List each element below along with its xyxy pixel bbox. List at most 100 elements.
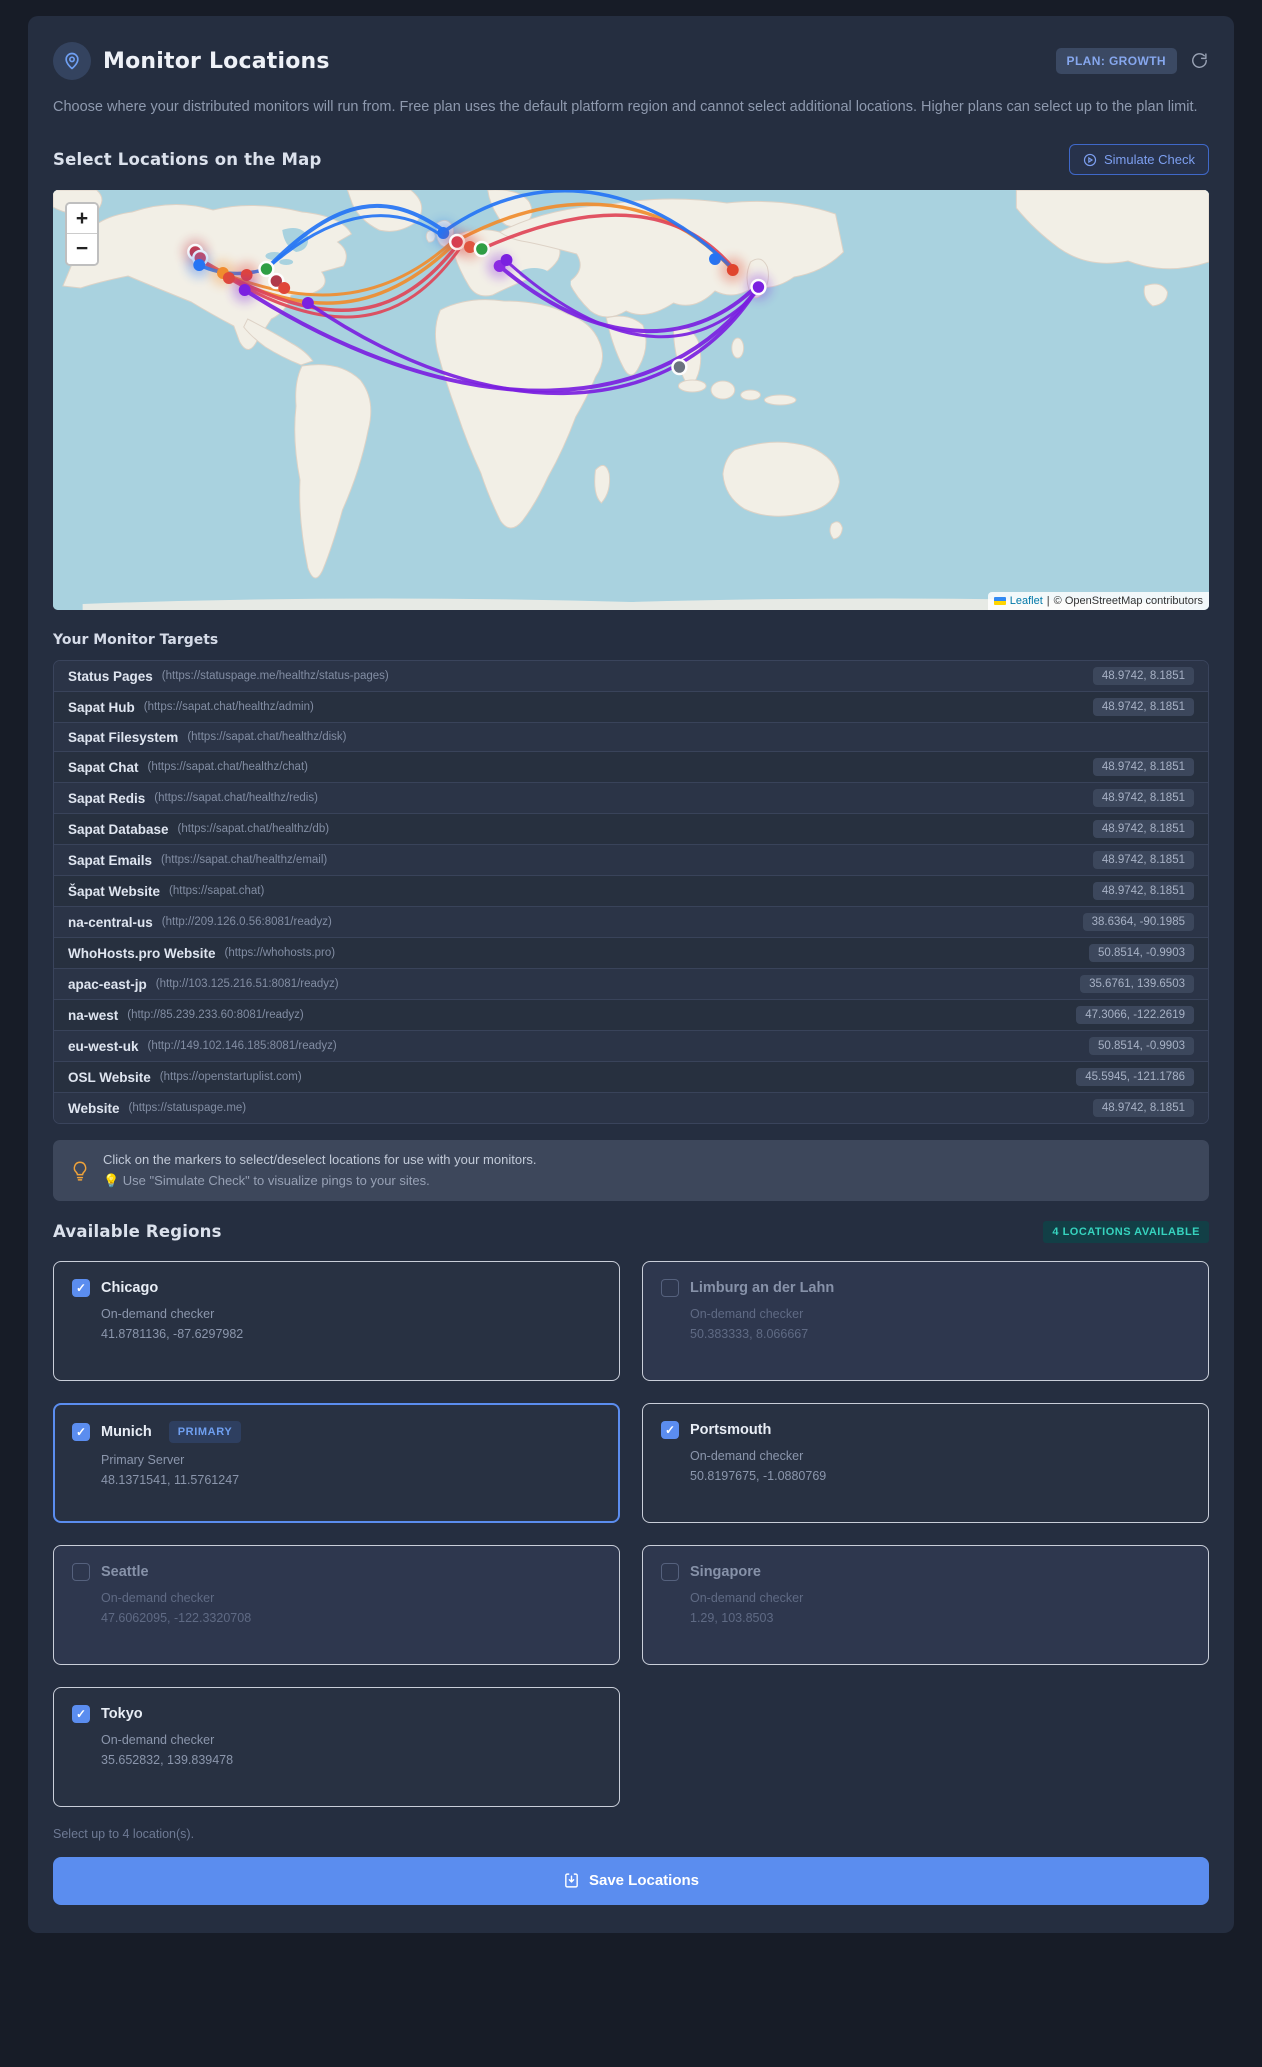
table-row: Sapat Emails (https://sapat.chat/healthz/… xyxy=(54,845,1208,877)
target-name: Šapat Website xyxy=(68,883,161,899)
table-row: Šapat Website (https://sapat.chat) 48.9742… xyxy=(54,876,1208,908)
map-marker[interactable] xyxy=(238,284,251,297)
target-name: Sapat Database xyxy=(68,821,169,837)
table-row: Sapat Hub (https://sapat.chat/healthz/adm… xyxy=(54,692,1208,724)
regions-heading: Available Regions xyxy=(53,1222,222,1242)
region-card-munich[interactable]: ✓ Munich PRIMARY Primary Server 48.1371541… xyxy=(53,1402,620,1523)
table-row: Sapat Chat (https://sapat.chat/healthz/ch… xyxy=(54,752,1208,784)
zoom-in-button[interactable]: + xyxy=(67,204,97,235)
plan-badge: PLAN: GROWTH xyxy=(1055,48,1177,74)
osm-attribution: © OpenStreetMap contributors xyxy=(1053,595,1203,608)
region-type: On-demand checker xyxy=(690,1306,804,1321)
region-name: Limburg an der Lahn xyxy=(690,1279,835,1296)
target-url: (http://103.125.216.51:8081/readyz) xyxy=(155,978,339,991)
leaflet-map[interactable]: + − Leaflet | © OpenStreetMap contributo… xyxy=(53,190,1209,611)
target-name: Sapat Filesystem xyxy=(68,729,179,745)
region-card-tokyo[interactable]: ✓ Tokyo On-demand checker 35.652832, 139.… xyxy=(53,1686,620,1807)
checkbox-unchecked[interactable] xyxy=(661,1278,679,1297)
target-coords-badge: 50.8514, -0.9903 xyxy=(1089,1037,1194,1056)
targets-heading: Your Monitor Targets xyxy=(53,632,219,649)
map-marker[interactable] xyxy=(671,359,688,376)
map-marker[interactable] xyxy=(278,282,291,295)
map-attribution: Leaflet | © OpenStreetMap contributors xyxy=(987,592,1209,611)
target-url: (https://sapat.chat/healthz/chat) xyxy=(147,761,308,774)
target-name: apac-east-jp xyxy=(68,976,147,992)
lightbulb-icon xyxy=(73,1161,87,1181)
checkbox-checked[interactable]: ✓ xyxy=(72,1704,90,1723)
save-locations-label: Save Locations xyxy=(588,1872,700,1890)
world-map xyxy=(53,190,1209,611)
zoom-out-button[interactable]: − xyxy=(67,234,97,265)
target-name: na-central-us xyxy=(68,914,153,930)
map-marker[interactable] xyxy=(500,254,513,267)
target-coords-badge: 48.9742, 8.1851 xyxy=(1092,758,1194,777)
map-marker[interactable] xyxy=(193,259,206,272)
tip-line-2: 💡 Use "Simulate Check" to visualize ping… xyxy=(103,1172,430,1188)
checkbox-checked[interactable]: ✓ xyxy=(661,1420,679,1439)
table-row: eu-west-uk (http://149.102.146.185:8081/r… xyxy=(54,1031,1208,1063)
simulate-check-label: Simulate Check xyxy=(1103,152,1195,168)
table-row: Sapat Filesystem (https://sapat.chat/heal… xyxy=(54,723,1208,753)
target-coords-badge: 48.9742, 8.1851 xyxy=(1092,851,1194,870)
checkbox-checked[interactable]: ✓ xyxy=(72,1422,90,1441)
checkbox-unchecked[interactable] xyxy=(72,1562,90,1581)
checkbox-checked[interactable]: ✓ xyxy=(72,1278,90,1297)
region-type: On-demand checker xyxy=(690,1590,804,1605)
region-coords: 50.383333, 8.066667 xyxy=(690,1326,809,1341)
monitor-targets-list: Status Pages (https://statuspage.me/healt… xyxy=(53,660,1209,1125)
target-url: (https://statuspage.me/healthz/status-pa… xyxy=(161,670,389,683)
region-name: Singapore xyxy=(690,1563,761,1580)
region-card-singapore[interactable]: Singapore On-demand checker 1.29, 103.85… xyxy=(642,1544,1209,1665)
target-url: (https://sapat.chat/healthz/admin) xyxy=(143,701,314,714)
target-coords-badge: 48.9742, 8.1851 xyxy=(1092,882,1194,901)
target-name: OSL Website xyxy=(68,1069,151,1085)
locations-available-badge: 4 LOCATIONS AVAILABLE xyxy=(1043,1220,1209,1243)
map-marker[interactable] xyxy=(750,279,767,296)
table-row: OSL Website (https://openstartuplist.com)… xyxy=(54,1062,1208,1094)
save-locations-button[interactable]: Save Locations xyxy=(53,1856,1209,1905)
region-type: On-demand checker xyxy=(101,1732,215,1747)
table-row: apac-east-jp (http://103.125.216.51:8081/… xyxy=(54,969,1208,1001)
target-coords-badge: 35.6761, 139.6503 xyxy=(1080,975,1194,994)
target-coords-badge: 48.9742, 8.1851 xyxy=(1092,698,1194,717)
map-marker[interactable] xyxy=(301,297,314,310)
refresh-icon[interactable] xyxy=(1191,52,1209,70)
target-url: (http://209.126.0.56:8081/readyz) xyxy=(161,916,332,929)
ukraine-flag-icon xyxy=(993,597,1006,606)
region-card-seattle[interactable]: Seattle On-demand checker 47.6062095, -1… xyxy=(53,1544,620,1665)
target-name: na-west xyxy=(68,1007,119,1023)
simulate-check-button[interactable]: Simulate Check xyxy=(1068,144,1209,176)
region-card-limburg[interactable]: Limburg an der Lahn On-demand checker 50… xyxy=(642,1260,1209,1381)
leaflet-link[interactable]: Leaflet xyxy=(1010,595,1043,607)
region-card-portsmouth[interactable]: ✓ Portsmouth On-demand checker 50.8197675… xyxy=(642,1402,1209,1523)
target-coords-badge: 45.5945, -121.1786 xyxy=(1076,1068,1194,1087)
region-name: Seattle xyxy=(101,1563,149,1580)
header: Monitor Locations PLAN: GROWTH xyxy=(53,42,1209,80)
region-name: Portsmouth xyxy=(690,1421,772,1438)
region-type: On-demand checker xyxy=(101,1306,215,1321)
region-coords: 41.8781136, -87.6297982 xyxy=(101,1326,244,1341)
table-row: Sapat Redis (https://sapat.chat/healthz/r… xyxy=(54,783,1208,815)
map-marker[interactable] xyxy=(473,241,490,258)
attribution-separator: | xyxy=(1046,595,1050,608)
map-marker[interactable] xyxy=(258,261,275,278)
target-coords-badge: 47.3066, -122.2619 xyxy=(1076,1006,1194,1025)
region-type: On-demand checker xyxy=(101,1590,215,1605)
target-name: Sapat Emails xyxy=(68,852,153,868)
region-type: Primary Server xyxy=(101,1452,185,1467)
target-url: (https://statuspage.me) xyxy=(128,1102,247,1115)
map-marker[interactable] xyxy=(222,272,235,285)
map-marker[interactable] xyxy=(709,253,721,266)
region-coords: 47.6062095, -122.3320708 xyxy=(101,1610,252,1625)
map-marker[interactable] xyxy=(726,264,739,277)
region-coords: 48.1371541, 11.5761247 xyxy=(101,1472,240,1487)
target-url: (https://openstartuplist.com) xyxy=(159,1071,302,1084)
table-row: Website (https://statuspage.me) 48.9742, 8… xyxy=(54,1093,1208,1124)
target-url: (https://sapat.chat/healthz/disk) xyxy=(187,731,347,744)
target-coords-badge: 48.9742, 8.1851 xyxy=(1092,1099,1194,1118)
target-url: (https://sapat.chat/healthz/db) xyxy=(177,823,330,836)
target-url: (https://sapat.chat/healthz/redis) xyxy=(154,792,318,805)
checkbox-unchecked[interactable] xyxy=(661,1562,679,1581)
target-url: (http://149.102.146.185:8081/readyz) xyxy=(147,1040,337,1053)
region-card-chicago[interactable]: ✓ Chicago On-demand checker 41.8781136, -… xyxy=(53,1260,620,1381)
